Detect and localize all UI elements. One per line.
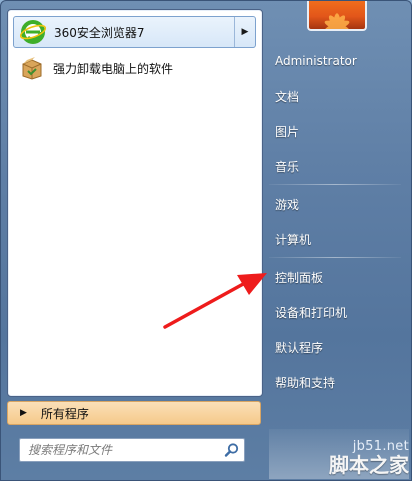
uninstall-box-icon (22, 57, 42, 80)
right-item-label: 游戏 (275, 197, 300, 212)
right-item-label: 文档 (275, 89, 300, 104)
right-item-label: 设备和打印机 (275, 305, 348, 320)
right-item-default-programs[interactable]: 默认程序 (269, 332, 405, 362)
browser-360-icon (20, 20, 46, 44)
flower-user-picture (324, 13, 350, 29)
user-name-item[interactable]: Administrator (269, 46, 405, 76)
user-name: Administrator (275, 54, 357, 68)
submenu-arrow-button[interactable]: ▶ (234, 17, 255, 47)
search-icon[interactable] (224, 442, 240, 458)
right-item-control-panel[interactable]: 控制面板 (269, 262, 405, 292)
search-box[interactable] (19, 438, 245, 462)
program-item-uninstaller[interactable]: 强力卸载电脑上的软件 (13, 52, 256, 84)
separator (269, 184, 401, 185)
watermark-name: 脚本之家 (329, 453, 409, 477)
right-item-label: 计算机 (275, 232, 312, 247)
right-item-documents[interactable]: 文档 (269, 81, 405, 111)
start-menu: 360安全浏览器7 ▶ 强力卸载电脑上的软件 ▶ 所有程序 搜索程序和文件 Ad… (0, 0, 412, 481)
right-item-computer[interactable]: 计算机 (269, 224, 405, 254)
red-annotation-arrow-icon (163, 273, 267, 329)
all-programs-label: 所有程序 (40, 406, 89, 421)
right-item-devices-printers[interactable]: 设备和打印机 (269, 297, 405, 327)
program-label: 强力卸载电脑上的软件 (53, 61, 174, 76)
search-input[interactable] (20, 439, 226, 461)
right-item-label: 图片 (275, 124, 300, 139)
right-item-pictures[interactable]: 图片 (269, 116, 405, 146)
right-item-help-support[interactable]: 帮助和支持 (269, 367, 405, 397)
program-list-pane: 360安全浏览器7 ▶ 强力卸载电脑上的软件 (7, 9, 263, 397)
right-item-label: 音乐 (275, 159, 300, 174)
user-picture[interactable] (307, 1, 367, 31)
right-item-label: 帮助和支持 (275, 375, 336, 390)
site-watermark: jb51.net 脚本之家 (329, 439, 409, 476)
triangle-right-icon: ▶ (20, 408, 27, 418)
right-item-games[interactable]: 游戏 (269, 189, 405, 219)
right-item-music[interactable]: 音乐 (269, 151, 405, 181)
program-item-360-browser[interactable]: 360安全浏览器7 ▶ (13, 16, 256, 48)
right-item-label: 控制面板 (275, 270, 324, 285)
program-label: 360安全浏览器7 (54, 25, 145, 40)
triangle-right-icon: ▶ (241, 27, 249, 37)
all-programs-button[interactable]: ▶ 所有程序 (7, 401, 261, 425)
watermark-url: jb51.net (352, 439, 409, 454)
separator (269, 257, 401, 258)
right-item-label: 默认程序 (275, 340, 324, 355)
